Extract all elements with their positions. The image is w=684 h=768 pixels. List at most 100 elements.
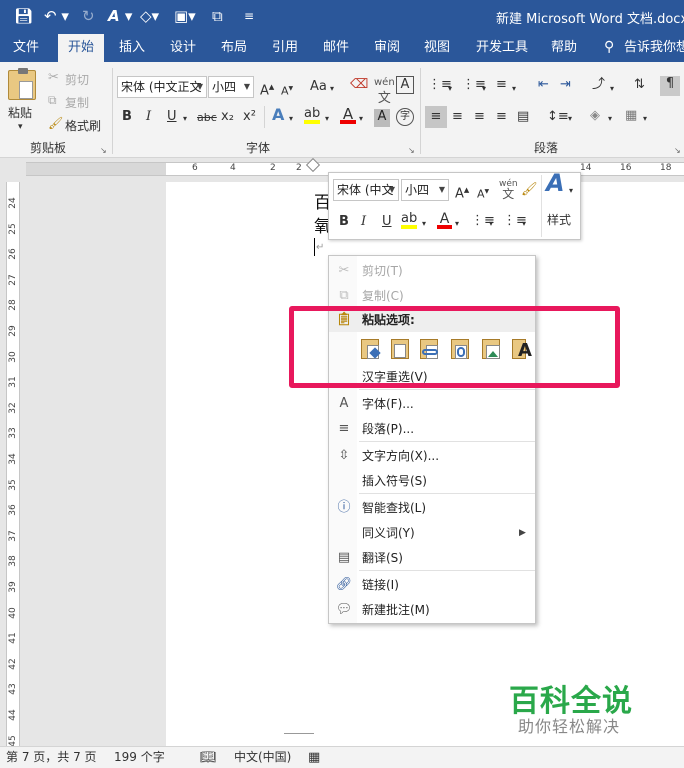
shading-dropdown-icon[interactable]: ▾	[608, 111, 612, 127]
highlight-dropdown-icon[interactable]: ▾	[325, 111, 329, 127]
tab-developer[interactable]: 开发工具	[469, 34, 535, 62]
italic-button[interactable]: I	[146, 109, 151, 125]
multilevel-list-icon[interactable]: ≡	[496, 77, 507, 93]
menu-item-copy[interactable]: ⧉ 复制(C)	[329, 284, 535, 308]
change-case-dropdown-icon[interactable]: ▾	[330, 81, 334, 97]
language-indicator[interactable]: 中文(中国)	[234, 747, 291, 768]
char-shading-icon[interactable]: A	[374, 109, 390, 127]
tab-help[interactable]: 帮助	[543, 34, 585, 62]
justify-icon[interactable]: ≡	[496, 109, 507, 125]
tab-design[interactable]: 设计	[162, 34, 204, 62]
customize-qat-icon[interactable]: ≡	[244, 7, 254, 25]
mini-shrink-font-icon[interactable]: A▼	[477, 184, 489, 203]
shapes-icon[interactable]: ◇▾	[140, 7, 159, 25]
bullets-dropdown-icon[interactable]: ▾	[448, 81, 452, 97]
menu-item-insert-symbol[interactable]: 插入符号(S)	[329, 469, 535, 493]
decrease-indent-icon[interactable]: ⇤	[538, 77, 549, 93]
menu-item-paragraph[interactable]: ≡ 段落(P)...	[329, 417, 535, 441]
mini-grow-font-icon[interactable]: A▲	[455, 182, 469, 202]
paste-icon[interactable]	[8, 68, 36, 100]
mini-underline-button[interactable]: U	[382, 214, 392, 230]
tab-layout[interactable]: 布局	[213, 34, 255, 62]
clear-formatting-icon[interactable]: ⌫	[350, 77, 368, 93]
mini-phonetic-icon[interactable]: wén 文	[499, 179, 518, 201]
mini-font-name-combo[interactable]: 宋体 (中文 ▼	[333, 179, 399, 201]
proofing-icon[interactable]: 📖︎	[200, 747, 217, 768]
paragraph-launcher-icon[interactable]: ↘	[674, 146, 681, 155]
align-left-icon[interactable]: ≡	[425, 106, 447, 128]
font-launcher-icon[interactable]: ↘	[408, 146, 415, 155]
borders-icon[interactable]: ▦	[625, 108, 637, 124]
underline-dropdown-icon[interactable]: ▾	[183, 111, 187, 127]
subscript-button[interactable]: x₂	[221, 109, 234, 125]
highlight-icon[interactable]: ab	[304, 106, 320, 124]
multilevel-dropdown-icon[interactable]: ▾	[512, 81, 516, 97]
grow-font-icon[interactable]: A▲	[260, 79, 274, 99]
tell-me-search[interactable]: 告诉我你想	[624, 34, 684, 62]
shading-icon[interactable]: ◈	[590, 108, 600, 124]
mini-numbering-dropdown-icon[interactable]: ▾	[522, 216, 526, 232]
sort-icon[interactable]: ⇅	[634, 77, 645, 93]
format-painter-button[interactable]: 格式刷	[65, 117, 101, 134]
numbering-dropdown-icon[interactable]: ▾	[482, 81, 486, 97]
distributed-icon[interactable]: ▤	[517, 109, 529, 125]
menu-item-synonyms[interactable]: 同义词(Y) ▶	[329, 521, 535, 545]
chinese-layout-icon[interactable]: ⤴	[592, 77, 605, 93]
enclose-char-icon[interactable]: 字	[396, 108, 414, 126]
page-count[interactable]: 第 7 页，共 7 页	[6, 747, 97, 768]
char-border-button[interactable]: A	[396, 76, 414, 94]
tab-review[interactable]: 审阅	[366, 34, 408, 62]
change-case-button[interactable]: Aa	[310, 79, 327, 95]
align-center-icon[interactable]: ≡	[452, 109, 463, 125]
borders-dropdown-icon[interactable]: ▾	[643, 111, 647, 127]
paste-dropdown-icon[interactable]: ▾	[18, 122, 23, 132]
mini-highlight-icon[interactable]: ab	[401, 211, 417, 229]
superscript-button[interactable]: x²	[243, 109, 256, 125]
tab-mailings[interactable]: 邮件	[315, 34, 357, 62]
underline-button[interactable]: U	[167, 109, 177, 125]
menu-item-cut[interactable]: ✂ 剪切(T)	[329, 259, 535, 283]
phonetic-guide-icon[interactable]: wén 文	[374, 75, 395, 108]
chinese-layout-dropdown-icon[interactable]: ▾	[610, 81, 614, 97]
show-marks-icon[interactable]: ¶	[660, 76, 680, 96]
redo-icon[interactable]: ↻	[82, 7, 95, 25]
mini-font-color-icon[interactable]: A	[437, 211, 452, 229]
save-icon[interactable]: 💾︎	[14, 7, 33, 25]
clipboard-launcher-icon[interactable]: ↘	[100, 146, 107, 155]
text-effects-dropdown-icon[interactable]: ▾	[289, 111, 293, 127]
mini-format-painter-icon[interactable]: 🖌︎	[521, 182, 538, 198]
styles-dropdown-icon[interactable]: ▾	[569, 183, 573, 199]
font-color-dropdown-icon[interactable]: ▾	[359, 111, 363, 127]
form-icon[interactable]: ▣▾	[174, 7, 196, 25]
cut-button[interactable]: 剪切	[65, 71, 89, 88]
font-name-combo[interactable]: 宋体 (中文正文 ▼	[117, 76, 207, 98]
tab-home[interactable]: 开始	[58, 34, 104, 62]
menu-item-text-direction[interactable]: ⇳ 文字方向(X)...	[329, 444, 535, 468]
mini-bold-button[interactable]: B	[339, 214, 349, 230]
tab-view[interactable]: 视图	[416, 34, 458, 62]
increase-indent-icon[interactable]: ⇥	[560, 77, 571, 93]
word-count[interactable]: 199 个字	[114, 747, 165, 768]
tab-references[interactable]: 引用	[264, 34, 306, 62]
paste-button[interactable]: 粘贴	[8, 104, 32, 121]
mini-font-size-combo[interactable]: 小四 ▼	[401, 179, 449, 201]
line-spacing-icon[interactable]: ↕≡	[547, 109, 569, 125]
line-spacing-dropdown-icon[interactable]: ▾	[568, 111, 572, 127]
menu-item-link[interactable]: 🔗︎ 链接(I)	[329, 573, 535, 597]
font-color-icon[interactable]: A	[340, 106, 356, 124]
bold-button[interactable]: B	[122, 109, 132, 125]
shrink-font-icon[interactable]: A▼	[281, 81, 293, 100]
font-size-combo[interactable]: 小四 ▼	[208, 76, 254, 98]
menu-item-font[interactable]: A 字体(F)...	[329, 392, 535, 416]
styles-label[interactable]: 样式	[547, 211, 571, 228]
mini-bullets-dropdown-icon[interactable]: ▾	[489, 216, 493, 232]
undo-icon[interactable]: ↶ ▾	[44, 7, 69, 25]
tab-file[interactable]: 文件	[0, 34, 52, 62]
copy-format-icon[interactable]: ⧉	[212, 7, 223, 25]
copy-button[interactable]: 复制	[65, 94, 89, 111]
styles-icon[interactable]: A	[546, 171, 565, 195]
text-effects-icon[interactable]: A ▾	[108, 7, 132, 25]
align-right-icon[interactable]: ≡	[474, 109, 485, 125]
menu-item-smart-lookup[interactable]: ⓘ 智能查找(L)	[329, 496, 535, 520]
text-effects-icon[interactable]: A	[272, 107, 284, 123]
